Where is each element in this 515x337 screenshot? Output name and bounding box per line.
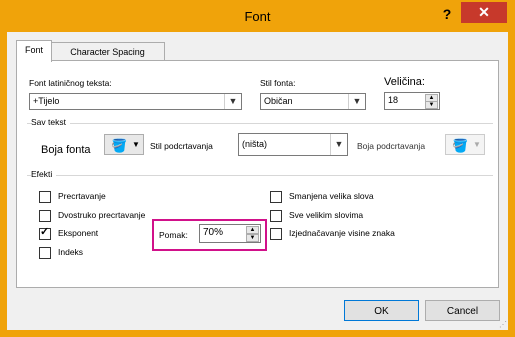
superscript-checkbox[interactable]: ✓ [39, 226, 51, 240]
paint-bucket-icon: 🪣 [452, 138, 469, 153]
effects-section-label: Efekti [31, 169, 57, 179]
offset-value: 70% [203, 227, 224, 238]
underline-style-combo[interactable]: (ništa) ▼ [238, 133, 348, 156]
all-text-section-label: Sav tekst [31, 117, 70, 127]
underline-color-button[interactable]: 🪣 ▼ [445, 134, 485, 155]
checkmark-icon: ✓ [40, 226, 50, 238]
resize-grip-icon[interactable]: ⋰ [499, 320, 507, 329]
offset-label: Pomak: [159, 230, 188, 240]
ok-button[interactable]: OK [344, 300, 419, 321]
effects-divider [27, 175, 493, 176]
subscript-label: Indeks [58, 247, 84, 257]
font-tab-panel: Font latiničnog teksta: +Tijelo ▼ Stil f… [16, 60, 499, 288]
all-text-divider [27, 123, 493, 124]
spin-down-icon[interactable]: ▼ [425, 101, 438, 109]
chevron-down-icon[interactable]: ▼ [224, 94, 241, 109]
latin-font-label: Font latiničnog teksta: [29, 78, 112, 88]
chevron-down-icon: ▼ [132, 140, 140, 149]
underline-style-value: (ništa) [242, 139, 268, 149]
latin-font-value: +Tijelo [33, 96, 60, 106]
help-button[interactable]: ? [437, 5, 457, 23]
paint-bucket-icon: 🪣 [111, 138, 128, 153]
all-caps-label: Sve velikim slovima [289, 210, 364, 220]
small-caps-label: Smanjena velika slova [289, 191, 374, 201]
chevron-down-icon[interactable]: ▼ [330, 134, 347, 155]
font-style-value: Običan [264, 96, 293, 106]
double-strikethrough-label: Dvostruko precrtavanje [58, 210, 146, 220]
font-color-label: Boja fonta [41, 144, 91, 156]
spin-down-icon[interactable]: ▼ [246, 234, 259, 242]
strikethrough-checkbox[interactable] [39, 191, 51, 203]
chevron-down-icon: ▼ [473, 140, 481, 149]
subscript-checkbox[interactable] [39, 247, 51, 259]
strikethrough-label: Precrtavanje [58, 191, 106, 201]
tab-font[interactable]: Font [16, 40, 52, 62]
chevron-down-icon[interactable]: ▼ [348, 94, 365, 109]
offset-spinner[interactable]: 70% ▲ ▼ [199, 224, 261, 243]
size-spinner[interactable]: 18 ▲ ▼ [384, 92, 440, 110]
size-value: 18 [388, 95, 399, 105]
title-bar[interactable]: Font ? ✕ [1, 1, 514, 32]
superscript-label: Eksponent [58, 228, 99, 238]
all-caps-checkbox[interactable] [270, 210, 282, 222]
font-style-label: Stil fonta: [260, 78, 296, 88]
underline-style-label: Stil podcrtavanja [150, 141, 213, 151]
cancel-button[interactable]: Cancel [425, 300, 500, 321]
equalize-height-label: Izjednačavanje visine znaka [289, 228, 395, 238]
equalize-height-checkbox[interactable] [270, 228, 282, 240]
font-style-combo[interactable]: Običan ▼ [260, 93, 366, 110]
dialog-body: Font Character Spacing Font latiničnog t… [7, 32, 508, 330]
font-color-button[interactable]: 🪣 ▼ [104, 134, 144, 155]
spin-up-icon[interactable]: ▲ [246, 226, 259, 234]
double-strikethrough-checkbox[interactable] [39, 210, 51, 222]
font-dialog: Font ? ✕ Font Character Spacing Font lat… [0, 0, 515, 337]
size-label: Veličina: [384, 76, 425, 88]
close-button[interactable]: ✕ [461, 2, 507, 23]
small-caps-checkbox[interactable] [270, 191, 282, 203]
tab-character-spacing[interactable]: Character Spacing [50, 42, 165, 62]
latin-font-combo[interactable]: +Tijelo ▼ [29, 93, 242, 110]
underline-color-label: Boja podcrtavanja [357, 141, 426, 151]
